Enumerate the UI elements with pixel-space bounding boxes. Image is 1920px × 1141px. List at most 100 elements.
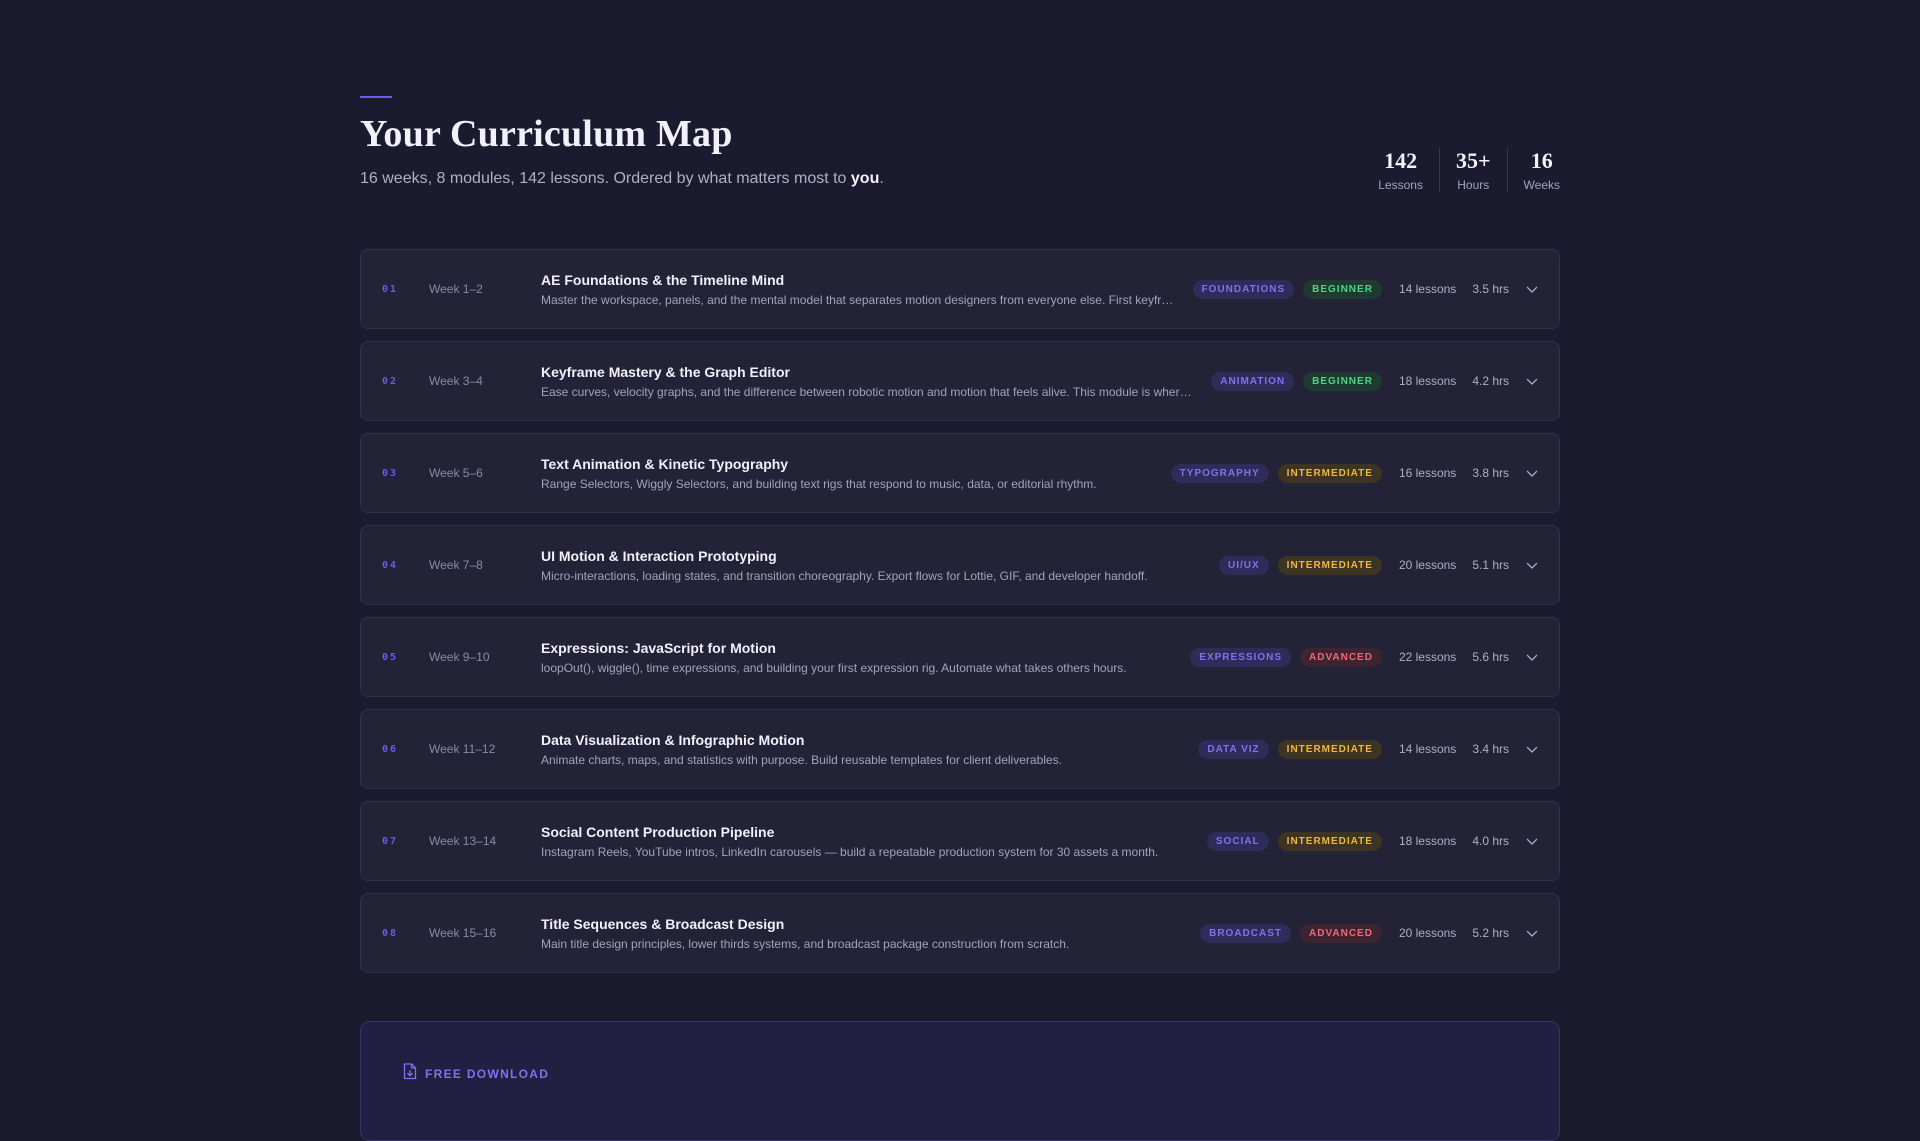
chevron-down-icon[interactable] <box>1525 374 1539 388</box>
stat-label: Weeks <box>1523 178 1560 192</box>
module-text: AE Foundations & the Timeline Mind Maste… <box>541 271 1177 308</box>
page-title: Your Curriculum Map <box>360 113 733 155</box>
page-subtitle: 16 weeks, 8 modules, 142 lessons. Ordere… <box>360 170 884 188</box>
module-text: UI Motion & Interaction Prototyping Micr… <box>541 547 1201 584</box>
module-row[interactable]: 02 Week 3–4 Keyframe Mastery & the Graph… <box>360 341 1560 421</box>
module-number: 03 <box>382 467 399 479</box>
lesson-count: 18 lessons <box>1398 374 1457 388</box>
module-title: UI Motion & Interaction Prototyping <box>541 548 777 564</box>
stat-value: 16 <box>1530 148 1553 173</box>
module-description: Main title design principles, lower thir… <box>541 937 1070 951</box>
module-number: 01 <box>382 283 399 295</box>
category-tag: UI/UX <box>1219 555 1269 575</box>
category-tag: FOUNDATIONS <box>1192 279 1295 299</box>
module-meta: FOUNDATIONS BEGINNER 14 lessons 3.5 hrs <box>1184 250 1539 328</box>
chevron-down-icon[interactable] <box>1525 926 1539 940</box>
module-row[interactable]: 08 Week 15–16 Title Sequences & Broadcas… <box>360 893 1560 973</box>
module-row[interactable]: 06 Week 11–12 Data Visualization & Infog… <box>360 709 1560 789</box>
stat-value: 142 <box>1384 148 1418 173</box>
module-row[interactable]: 01 Week 1–2 AE Foundations & the Timelin… <box>360 249 1560 329</box>
module-weeks: Week 9–10 <box>429 650 490 664</box>
lesson-count: 20 lessons <box>1398 558 1457 572</box>
module-description: Master the workspace, panels, and the me… <box>541 293 1174 307</box>
lesson-count: 22 lessons <box>1398 650 1457 664</box>
chevron-down-icon[interactable] <box>1525 742 1539 756</box>
module-row[interactable]: 03 Week 5–6 Text Animation & Kinetic Typ… <box>360 433 1560 513</box>
hours-count: 4.0 hrs <box>1472 834 1509 848</box>
module-title: Keyframe Mastery & the Graph Editor <box>541 364 790 380</box>
category-tag: DATA VIZ <box>1198 739 1269 759</box>
chevron-down-icon[interactable] <box>1525 834 1539 848</box>
module-title: Title Sequences & Broadcast Design <box>541 916 785 932</box>
module-description: Animate charts, maps, and statistics wit… <box>541 753 1062 767</box>
module-weeks: Week 3–4 <box>429 374 483 388</box>
stat-lessons: 142 Lessons <box>1362 148 1439 192</box>
hours-count: 5.2 hrs <box>1472 926 1509 940</box>
module-number: 04 <box>382 559 399 571</box>
level-tag: ADVANCED <box>1300 923 1382 943</box>
subtitle-suffix: . <box>879 170 884 187</box>
module-row[interactable]: 07 Week 13–14 Social Content Production … <box>360 801 1560 881</box>
module-text: Expressions: JavaScript for Motion loopO… <box>541 639 1176 676</box>
module-meta: BROADCAST ADVANCED 20 lessons 5.2 hrs <box>1191 894 1539 972</box>
subtitle-text: 16 weeks, 8 modules, 142 lessons. Ordere… <box>360 170 851 187</box>
module-title: Text Animation & Kinetic Typography <box>541 456 789 472</box>
module-text: Text Animation & Kinetic Typography Rang… <box>541 455 1161 492</box>
category-tag: SOCIAL <box>1206 831 1269 851</box>
module-meta: ANIMATION BEGINNER 18 lessons 4.2 hrs <box>1202 342 1539 420</box>
hours-count: 5.1 hrs <box>1472 558 1509 572</box>
level-tag: INTERMEDIATE <box>1277 463 1382 483</box>
module-number: 05 <box>382 651 399 663</box>
module-row[interactable]: 05 Week 9–10 Expressions: JavaScript for… <box>360 617 1560 697</box>
module-weeks: Week 1–2 <box>429 282 483 296</box>
module-description: Ease curves, velocity graphs, and the di… <box>541 385 1192 399</box>
lesson-count: 18 lessons <box>1398 834 1457 848</box>
level-tag: INTERMEDIATE <box>1277 831 1382 851</box>
category-tag: BROADCAST <box>1200 923 1291 943</box>
stat-hours: 35+ Hours <box>1438 148 1507 192</box>
category-tag: EXPRESSIONS <box>1190 647 1291 667</box>
stat-label: Hours <box>1457 178 1490 192</box>
hours-count: 4.2 hrs <box>1472 374 1509 388</box>
module-meta: UI/UX INTERMEDIATE 20 lessons 5.1 hrs <box>1210 526 1539 604</box>
module-number: 02 <box>382 375 399 387</box>
module-weeks: Week 5–6 <box>429 466 483 480</box>
module-text: Data Visualization & Infographic Motion … <box>541 731 1181 768</box>
hours-count: 3.4 hrs <box>1472 742 1509 756</box>
free-download-link[interactable]: FREE DOWNLOAD <box>403 1063 549 1085</box>
module-meta: SOCIAL INTERMEDIATE 18 lessons 4.0 hrs <box>1198 802 1539 880</box>
chevron-down-icon[interactable] <box>1525 558 1539 572</box>
level-tag: INTERMEDIATE <box>1277 555 1382 575</box>
chevron-down-icon[interactable] <box>1525 282 1539 296</box>
level-tag: ADVANCED <box>1300 647 1382 667</box>
module-title: AE Foundations & the Timeline Mind <box>541 272 785 288</box>
category-tag: ANIMATION <box>1211 371 1295 391</box>
module-text: Keyframe Mastery & the Graph Editor Ease… <box>541 363 1196 400</box>
module-weeks: Week 13–14 <box>429 834 497 848</box>
file-download-icon <box>403 1063 417 1085</box>
module-number: 06 <box>382 743 399 755</box>
module-meta: EXPRESSIONS ADVANCED 22 lessons 5.6 hrs <box>1181 618 1539 696</box>
chevron-down-icon[interactable] <box>1525 650 1539 664</box>
stat-value: 35+ <box>1455 148 1491 173</box>
module-text: Social Content Production Pipeline Insta… <box>541 823 1196 860</box>
module-meta: TYPOGRAPHY INTERMEDIATE 16 lessons 3.8 h… <box>1162 434 1539 512</box>
module-description: loopOut(), wiggle(), time expressions, a… <box>541 661 1127 675</box>
lesson-count: 20 lessons <box>1398 926 1457 940</box>
module-weeks: Week 15–16 <box>429 926 497 940</box>
module-description: Instagram Reels, YouTube intros, LinkedI… <box>541 845 1159 859</box>
free-download-card: FREE DOWNLOAD <box>360 1021 1560 1141</box>
category-tag: TYPOGRAPHY <box>1170 463 1269 483</box>
module-title: Expressions: JavaScript for Motion <box>541 640 776 656</box>
level-tag: BEGINNER <box>1303 371 1382 391</box>
stat-weeks: 16 Weeks <box>1506 148 1560 192</box>
chevron-down-icon[interactable] <box>1525 466 1539 480</box>
free-download-label: FREE DOWNLOAD <box>425 1067 550 1081</box>
module-title: Data Visualization & Infographic Motion <box>541 732 805 748</box>
module-weeks: Week 7–8 <box>429 558 483 572</box>
module-row[interactable]: 04 Week 7–8 UI Motion & Interaction Prot… <box>360 525 1560 605</box>
module-description: Range Selectors, Wiggly Selectors, and b… <box>541 477 1097 491</box>
module-weeks: Week 11–12 <box>429 742 496 756</box>
lesson-count: 14 lessons <box>1398 742 1457 756</box>
module-meta: DATA VIZ INTERMEDIATE 14 lessons 3.4 hrs <box>1189 710 1539 788</box>
